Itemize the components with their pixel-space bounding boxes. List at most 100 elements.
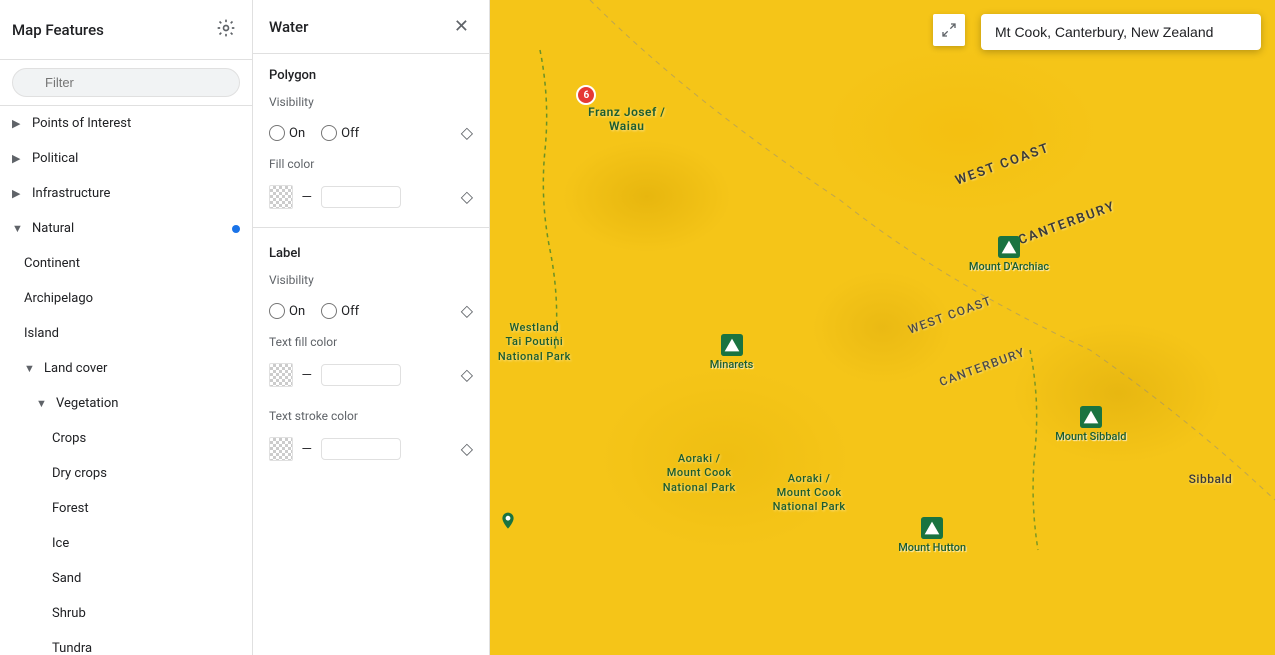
fill-color-diamond[interactable]: ◇ — [461, 187, 473, 207]
visibility-on-label[interactable]: On — [269, 125, 305, 141]
sidebar-item-crops[interactable]: Crops — [0, 421, 252, 456]
fill-color-label-row: Fill color — [253, 149, 489, 179]
text-stroke-color-row: – ◇ — [253, 431, 489, 475]
aoraki-np-label-1: Aoraki /Mount CookNational Park — [663, 452, 736, 495]
text-fill-color-field[interactable] — [321, 364, 401, 386]
text-fill-color-checker[interactable] — [269, 363, 293, 387]
mountain-icon-4 — [1080, 406, 1102, 428]
franz-josef-label: Franz Josef /Waiau — [588, 105, 665, 133]
visibility-polygon-diamond[interactable]: ◇ — [461, 123, 473, 143]
filter-bar — [0, 60, 252, 106]
label-section-label: Label — [253, 232, 489, 265]
sidebar-item-natural[interactable]: ▼ Natural — [0, 211, 252, 246]
label-visibility-row: Visibility — [253, 265, 489, 295]
minarets-poi[interactable]: Minarets — [710, 334, 753, 371]
water-panel-title: Water — [269, 18, 308, 36]
label-visibility-off-radio[interactable] — [321, 303, 337, 319]
fill-color-label: Fill color — [269, 157, 473, 171]
map-search — [981, 14, 1261, 50]
sidebar-item-forest[interactable]: Forest — [0, 491, 252, 526]
visibility-label-diamond[interactable]: ◇ — [461, 301, 473, 321]
polygon-visibility-row: Visibility — [253, 87, 489, 117]
polygon-section-label: Polygon — [253, 54, 489, 87]
hutton-label: Mount Hutton — [898, 541, 966, 554]
close-button[interactable]: ✕ — [450, 14, 473, 39]
text-stroke-color-checker[interactable] — [269, 437, 293, 461]
text-fill-color-wrap: – — [269, 363, 401, 387]
text-fill-color-label-row: Text fill color — [253, 327, 489, 357]
middle-panel: Water ✕ Polygon Visibility On Off ◇ Fill… — [253, 0, 490, 655]
map-expand-button[interactable] — [933, 14, 965, 46]
aoraki-small-pin[interactable] — [498, 511, 518, 535]
poi-pin-icon — [498, 511, 518, 535]
sidebar-item-ice[interactable]: Ice — [0, 526, 252, 561]
minarets-label: Minarets — [710, 358, 753, 371]
sidebar-item-island[interactable]: Island — [0, 316, 252, 351]
visibility-on-radio[interactable] — [269, 125, 285, 141]
sidebar-item-archipelago[interactable]: Archipelago — [0, 281, 252, 316]
polygon-section: Polygon Visibility On Off ◇ Fill color — [253, 54, 489, 223]
text-stroke-color-diamond[interactable]: ◇ — [461, 439, 473, 459]
visibility-off-label[interactable]: Off — [321, 125, 359, 141]
text-stroke-color-wrap: – — [269, 437, 401, 461]
label-visibility-off-label[interactable]: Off — [321, 303, 359, 319]
chevron-down-icon: ▼ — [24, 362, 36, 375]
sidebar-item-shrub[interactable]: Shrub — [0, 596, 252, 631]
sidebar-item-vegetation[interactable]: ▼ Vegetation — [0, 386, 252, 421]
sibbald-label: Sibbald — [1189, 472, 1233, 486]
aoraki-np-label-2: Aoraki /Mount CookNational Park — [773, 472, 846, 515]
visibility-polygon-label: Visibility — [269, 95, 473, 109]
fill-color-checker[interactable] — [269, 185, 293, 209]
text-fill-color-label: Text fill color — [269, 335, 473, 349]
sidebar-item-dry-crops[interactable]: Dry crops — [0, 456, 252, 491]
sidebar-item-land-cover[interactable]: ▼ Land cover — [0, 351, 252, 386]
map-features-title: Map Features — [12, 21, 104, 39]
label-visibility-on-radio[interactable] — [269, 303, 285, 319]
filter-input[interactable] — [12, 68, 240, 97]
visibility-label-radio-group: On Off — [269, 303, 359, 319]
darchiac-label: Mount D'Archiac — [969, 260, 1049, 273]
label-visibility-on-label[interactable]: On — [269, 303, 305, 319]
fill-color-input-wrap: – — [269, 185, 401, 209]
visibility-polygon-controls: On Off ◇ — [253, 117, 489, 149]
sidebar-item-sand[interactable]: Sand — [0, 561, 252, 596]
westland-np-label: WestlandTai PoutiniNational Park — [498, 321, 571, 364]
mountain-icon-3 — [921, 517, 943, 539]
map-svg-overlay — [490, 0, 1275, 655]
chevron-down-icon: ▼ — [36, 397, 48, 410]
text-fill-color-row: – ◇ — [253, 357, 489, 401]
visibility-label-controls: On Off ◇ — [253, 295, 489, 327]
visibility-label-label: Visibility — [269, 273, 473, 287]
mountain-icon — [721, 334, 743, 356]
fill-color-row: – ◇ — [253, 179, 489, 223]
nav-list: ▶ Points of Interest ▶ Political ▶ Infra… — [0, 106, 252, 655]
fill-color-field[interactable] — [321, 186, 401, 208]
mountain-icon-2 — [998, 236, 1020, 258]
chevron-right-icon: ▶ — [12, 187, 24, 200]
map-search-input[interactable] — [981, 14, 1261, 50]
left-panel: Map Features ▶ Points of Interest ▶ — [0, 0, 253, 655]
mount-hutton-poi[interactable]: Mount Hutton — [898, 517, 966, 554]
sidebar-item-continent[interactable]: Continent — [0, 246, 252, 281]
visibility-off-radio[interactable] — [321, 125, 337, 141]
mount-sibbald-poi[interactable]: Mount Sibbald — [1055, 406, 1126, 443]
modified-dot — [232, 225, 240, 233]
sidebar-item-political[interactable]: ▶ Political — [0, 141, 252, 176]
chevron-down-icon: ▼ — [12, 222, 24, 235]
visibility-polygon-radio-group: On Off — [269, 125, 359, 141]
text-stroke-color-field[interactable] — [321, 438, 401, 460]
text-stroke-color-label: Text stroke color — [269, 409, 473, 423]
map-area[interactable]: 6 Franz Josef /Waiau WestlandTai Poutini… — [490, 0, 1275, 655]
mount-darchiac-poi[interactable]: Mount D'Archiac — [969, 236, 1049, 273]
text-stroke-color-label-row: Text stroke color — [253, 401, 489, 431]
filter-wrap — [12, 68, 240, 97]
text-fill-color-diamond[interactable]: ◇ — [461, 365, 473, 385]
sidebar-item-infrastructure[interactable]: ▶ Infrastructure — [0, 176, 252, 211]
sidebar-item-points-of-interest[interactable]: ▶ Points of Interest — [0, 106, 252, 141]
label-section: Label Visibility On Off ◇ Text fill colo… — [253, 232, 489, 475]
sidebar-item-tundra[interactable]: Tundra — [0, 631, 252, 655]
section-divider — [253, 227, 489, 228]
settings-button[interactable] — [212, 14, 240, 45]
expand-icon — [941, 22, 957, 38]
middle-panel-header: Water ✕ — [253, 0, 489, 54]
